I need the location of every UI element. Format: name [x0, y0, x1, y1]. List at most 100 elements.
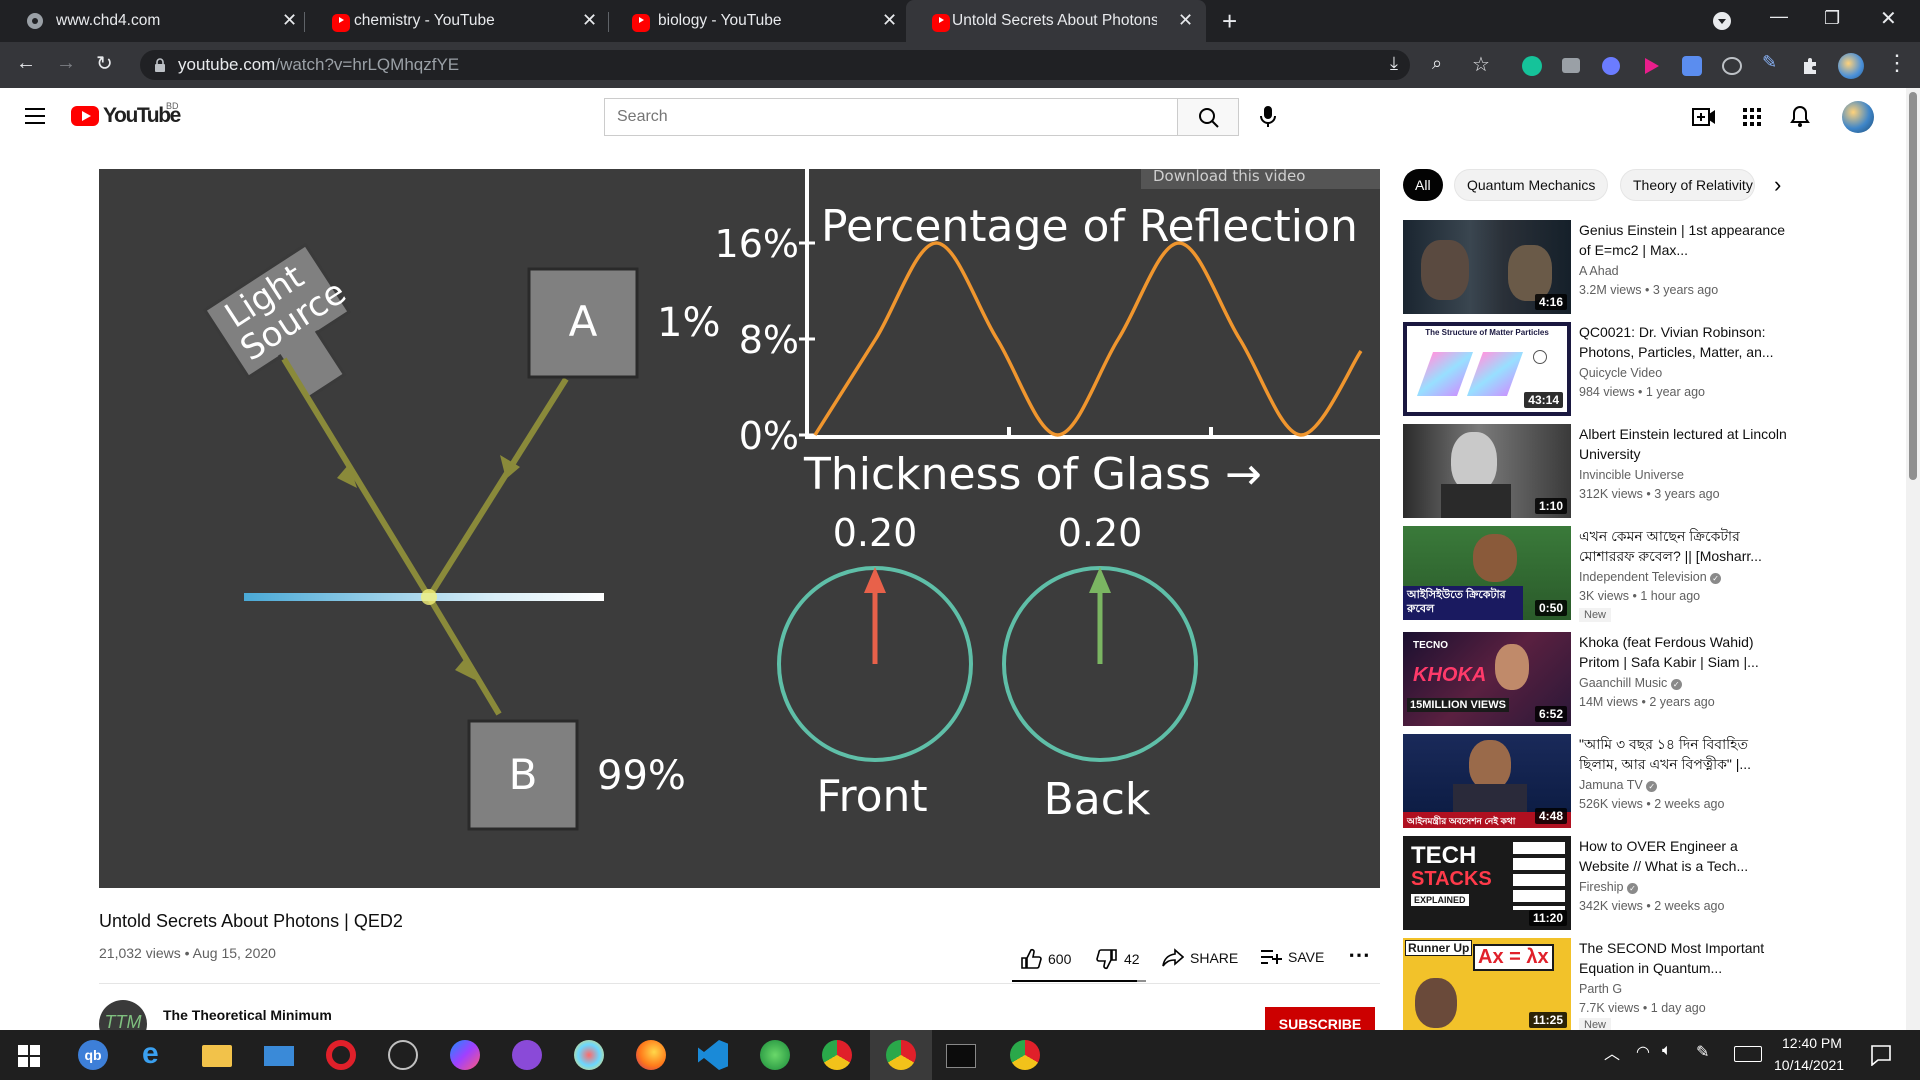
notifications-icon[interactable] [1870, 1044, 1892, 1066]
hamburger-menu-icon[interactable] [25, 107, 45, 125]
windows-start-icon[interactable] [18, 1045, 40, 1067]
recommendation-item[interactable]: TECH STACKS EXPLAINED 11:20 How to OVER … [1403, 836, 1893, 932]
subscribe-button[interactable]: SUBSCRIBE [1265, 1007, 1375, 1030]
camera-extension-icon[interactable] [1562, 58, 1580, 73]
create-video-icon[interactable] [1692, 106, 1716, 128]
recommendation-item[interactable]: 4:16 Genius Einstein | 1st appearance of… [1403, 220, 1893, 316]
pocket-extension-icon[interactable] [1642, 56, 1662, 76]
wifi-icon[interactable]: ◠ [1636, 1042, 1650, 1062]
chrome-icon[interactable] [822, 1040, 852, 1070]
satellite-app-icon[interactable] [388, 1040, 418, 1070]
browser-tab[interactable]: biology - YouTube ✕ [606, 0, 906, 42]
chrome-menu-icon[interactable]: ⋮ [1886, 50, 1908, 76]
bookmark-star-icon[interactable]: ☆ [1472, 52, 1490, 77]
file-explorer-icon[interactable] [202, 1045, 232, 1067]
channel-name[interactable]: Quicycle Video [1579, 366, 1662, 380]
recommendation-item[interactable]: TECNO KHOKA 15MILLION VIEWS 6:52 Khoka (… [1403, 632, 1893, 728]
browser-tab-active[interactable]: Untold Secrets About Photons | QED2 ✕ [906, 0, 1206, 42]
forward-icon[interactable]: → [56, 52, 76, 75]
channel-name[interactable]: Gaanchill Music ✓ [1579, 676, 1682, 690]
chip-all[interactable]: All [1403, 169, 1443, 201]
thumbnail[interactable]: The Structure of Matter Particles 43:14 [1403, 322, 1571, 416]
recommendation-title[interactable]: How to OVER Engineer a Website // What i… [1579, 836, 1787, 876]
chrome-icon[interactable] [1010, 1040, 1040, 1070]
recommendation-item[interactable]: আইনমন্ত্রীর অবসেশন নেই কথা 4:48 "আমি ৩ ব… [1403, 734, 1893, 830]
thumbnail[interactable]: Runner Up Ax = λx 11:25 [1403, 938, 1571, 1032]
microphone-icon[interactable] [1258, 105, 1278, 129]
recommendation-item[interactable]: Runner Up Ax = λx 11:25 The SECOND Most … [1403, 938, 1893, 1034]
mail-icon[interactable] [264, 1046, 294, 1066]
pen-extension-icon[interactable]: ✎ [1762, 52, 1777, 73]
recommendation-title[interactable]: The SECOND Most Important Equation in Qu… [1579, 938, 1787, 978]
globe-extension-icon[interactable] [1602, 57, 1620, 75]
thumbnail[interactable]: আইসিইউতে ক্রিকেটার রুবেল 0:50 [1403, 526, 1571, 620]
qbittorrent-icon[interactable]: qb [78, 1040, 108, 1070]
channel-name[interactable]: Independent Television ✓ [1579, 570, 1722, 584]
earth-app-icon[interactable] [760, 1040, 790, 1070]
install-icon[interactable]: ⤓ [1390, 53, 1398, 74]
zoom-icon[interactable]: ⌕ [1432, 53, 1442, 74]
reload-icon[interactable]: ↻ [96, 51, 113, 76]
channel-name[interactable]: The Theoretical Minimum [163, 1007, 332, 1023]
channel-name[interactable]: Invincible Universe [1579, 468, 1684, 482]
volume-icon[interactable]: 🔈︎ [1662, 1042, 1672, 1060]
close-tab-icon[interactable]: ✕ [1178, 10, 1193, 31]
clock-time[interactable]: 12:40 PM [1782, 1035, 1842, 1051]
paint-icon[interactable] [574, 1040, 604, 1070]
video-player[interactable]: Download this video Light Source A 1% B … [99, 169, 1380, 888]
search-button[interactable] [1177, 98, 1239, 136]
share-button[interactable]: SHARE [1162, 948, 1238, 968]
user-avatar[interactable] [1842, 101, 1874, 133]
search-input[interactable] [605, 99, 1177, 135]
channel-name[interactable]: Fireship ✓ [1579, 880, 1638, 894]
chrome-icon[interactable] [886, 1040, 916, 1070]
minimize-icon[interactable]: — [1770, 6, 1788, 27]
recommendation-title[interactable]: এখন কেমন আছেন ক্রিকেটার মোশাররফ রুবেল? |… [1579, 526, 1787, 566]
chip-quantum-mechanics[interactable]: Quantum Mechanics [1454, 169, 1609, 201]
save-button[interactable]: SAVE [1260, 948, 1324, 966]
opera-icon[interactable] [326, 1040, 356, 1070]
thumbnail[interactable]: TECH STACKS EXPLAINED 11:20 [1403, 836, 1571, 930]
messenger-icon[interactable] [450, 1040, 480, 1070]
channel-name[interactable]: Jamuna TV ✓ [1579, 778, 1658, 792]
thumbnail[interactable]: আইনমন্ত্রীর অবসেশন নেই কথা 4:48 [1403, 734, 1571, 828]
like-button[interactable]: 600 [1020, 948, 1071, 970]
firefox-icon[interactable] [636, 1040, 666, 1070]
thumbnail[interactable]: 1:10 [1403, 424, 1571, 518]
tab-search-icon[interactable] [1712, 11, 1732, 31]
recommendation-item[interactable]: আইসিইউতে ক্রিকেটার রুবেল 0:50 এখন কেমন আ… [1403, 526, 1893, 622]
edge-icon[interactable]: e [142, 1039, 172, 1070]
screen-extension-icon[interactable] [1722, 57, 1742, 75]
browser-tab[interactable]: chemistry - YouTube ✕ [306, 0, 606, 42]
channel-name[interactable]: Parth G [1579, 982, 1622, 996]
close-tab-icon[interactable]: ✕ [882, 10, 897, 31]
download-video-overlay[interactable]: Download this video [1141, 169, 1380, 189]
dislike-button[interactable]: 42 [1096, 948, 1140, 970]
channel-name[interactable]: A Ahad [1579, 264, 1619, 278]
browser-tab[interactable]: www.chd4.com ✕ [0, 0, 300, 42]
recommendation-item[interactable]: 1:10 Albert Einstein lectured at Lincoln… [1403, 424, 1893, 520]
pen-icon[interactable]: ✎ [1696, 1042, 1709, 1062]
new-tab-icon[interactable]: + [1222, 6, 1237, 37]
grammarly-extension-icon[interactable] [1522, 56, 1542, 76]
notifications-bell-icon[interactable] [1790, 105, 1810, 129]
chips-next-chevron-icon[interactable]: › [1774, 172, 1781, 198]
recommendation-title[interactable]: QC0021: Dr. Vivian Robinson: Photons, Pa… [1579, 322, 1787, 362]
recommendation-title[interactable]: Khoka (feat Ferdous Wahid) Pritom | Safa… [1579, 632, 1787, 672]
thumbnail[interactable]: TECNO KHOKA 15MILLION VIEWS 6:52 [1403, 632, 1571, 726]
close-tab-icon[interactable]: ✕ [282, 10, 297, 31]
keyboard-icon[interactable] [1734, 1046, 1762, 1062]
clock-date[interactable]: 10/14/2021 [1774, 1057, 1844, 1073]
back-icon[interactable]: ← [16, 52, 36, 75]
close-tab-icon[interactable]: ✕ [582, 10, 597, 31]
restore-icon[interactable]: ❐ [1824, 8, 1840, 29]
download-extension-icon[interactable] [1682, 56, 1702, 76]
apps-grid-icon[interactable] [1742, 107, 1762, 127]
recommendation-title[interactable]: Albert Einstein lectured at Lincoln Univ… [1579, 424, 1787, 464]
page-scrollbar-thumb[interactable] [1909, 92, 1917, 480]
recommendation-item[interactable]: The Structure of Matter Particles 43:14 … [1403, 322, 1893, 418]
address-bar[interactable]: youtube.com/watch?v=hrLQMhqzfYE ⤓ [140, 50, 1410, 80]
chip-theory-of-relativity[interactable]: Theory of Relativity [1620, 169, 1755, 201]
channel-avatar[interactable]: TTM [99, 1000, 147, 1030]
extensions-puzzle-icon[interactable] [1800, 56, 1820, 76]
